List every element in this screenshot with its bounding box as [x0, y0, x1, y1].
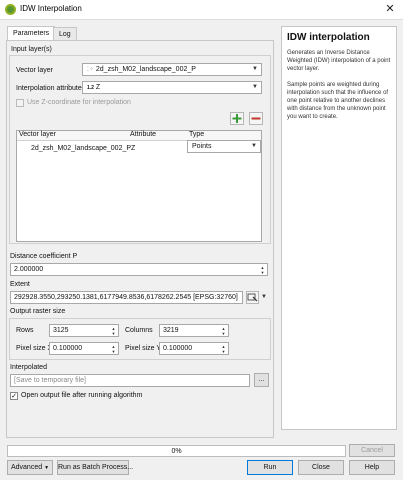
panel-scrollbar[interactable]	[274, 40, 279, 438]
help-panel: IDW interpolation Generates an Inverse D…	[281, 26, 397, 430]
help-button[interactable]: Help	[349, 460, 395, 475]
table-row-attribute: Z	[131, 145, 136, 152]
interpolation-attribute-label: Interpolation attribute	[16, 85, 82, 92]
numeric-field-icon: 1.2	[87, 85, 94, 91]
open-output-label: Open output file after running algorithm	[21, 392, 143, 399]
pixel-size-x-input[interactable]: 0.100000 ▲ ▼	[49, 342, 119, 355]
output-raster-size-label: Output raster size	[10, 308, 66, 315]
table-row-layer: 2d_zsh_M02_landscape_002_P	[31, 145, 132, 152]
table-header-attribute: Attribute	[130, 131, 157, 138]
qgis-logo-icon	[5, 4, 16, 15]
spinner-arrows-icon[interactable]: ▲ ▼	[110, 326, 117, 336]
table-header-vector-layer: Vector layer	[19, 131, 56, 138]
spinner-arrows-icon[interactable]: ▲ ▼	[220, 326, 227, 336]
input-layers-label: Input layer(s)	[11, 46, 52, 53]
use-z-checkbox[interactable]	[16, 99, 24, 107]
pixel-size-y-input[interactable]: 0.100000 ▲ ▼	[159, 342, 229, 355]
batch-process-button[interactable]: Run as Batch Process...	[57, 460, 133, 475]
open-output-checkbox[interactable]: ✓	[10, 392, 18, 400]
chevron-down-icon: ▼	[252, 84, 258, 90]
distance-coefficient-input[interactable]: 2.000000 ▲ ▼	[10, 263, 268, 276]
pixel-size-y-label: Pixel size Y	[125, 345, 162, 352]
close-icon[interactable]: ✕	[383, 2, 397, 16]
point-layer-icon: ⁚⁘	[87, 67, 94, 73]
map-extent-icon	[247, 293, 258, 302]
chevron-down-icon: ▼	[44, 465, 50, 471]
advanced-button[interactable]: Advanced ▼	[7, 460, 53, 475]
columns-input[interactable]: 3219 ▲ ▼	[159, 324, 229, 337]
vector-layer-combo[interactable]: ⁚⁘ 2d_zsh_M02_landscape_002_P ▼	[82, 63, 262, 76]
remove-layer-button[interactable]	[249, 112, 263, 125]
chevron-down-icon: ▼	[252, 66, 258, 72]
interpolated-label: Interpolated	[10, 364, 47, 371]
table-header-type: Type	[189, 131, 205, 138]
help-paragraph-2: Sample points are weighted during interp…	[287, 82, 389, 120]
rows-input[interactable]: 3125 ▲ ▼	[49, 324, 119, 337]
cancel-button[interactable]: Cancel	[349, 444, 395, 457]
vector-layer-label: Vector layer	[16, 67, 53, 74]
distance-coefficient-label: Distance coefficient P	[10, 253, 78, 260]
window-title: IDW Interpolation	[20, 4, 82, 13]
run-button[interactable]: Run	[247, 460, 293, 475]
spinner-arrows-icon[interactable]: ▲ ▼	[110, 344, 117, 354]
help-title: IDW interpolation	[287, 32, 370, 43]
pixel-size-x-label: Pixel size X	[16, 345, 53, 352]
rows-label: Rows	[16, 327, 34, 334]
tab-log[interactable]: Log	[53, 27, 77, 40]
table-row-type-combo[interactable]: Points ▼	[187, 140, 261, 153]
tab-parameters[interactable]: Parameters	[7, 26, 56, 40]
spinner-arrows-icon[interactable]: ▲ ▼	[220, 344, 227, 354]
output-file-input[interactable]: [Save to temporary file]	[10, 374, 250, 387]
browse-button[interactable]: ...	[254, 373, 269, 387]
extent-input[interactable]: 292928.3550,293250.1381,6177949.8536,617…	[10, 291, 243, 304]
add-icon	[232, 114, 242, 123]
spinner-arrows-icon[interactable]: ▲ ▼	[259, 265, 266, 275]
columns-label: Columns	[125, 327, 153, 334]
extent-tool-button[interactable]	[246, 291, 259, 304]
progress-bar: 0%	[7, 445, 346, 457]
chevron-down-icon: ▼	[251, 143, 257, 149]
use-z-label: Use Z-coordinate for interpolation	[27, 99, 131, 106]
extent-label: Extent	[10, 281, 30, 288]
help-paragraph-1: Generates an Inverse Distance Weighted (…	[287, 50, 391, 72]
extent-dropdown-icon[interactable]: ▼	[260, 291, 268, 304]
remove-icon	[251, 117, 261, 120]
interpolation-attribute-combo[interactable]: 1.2 Z ▼	[82, 81, 262, 94]
add-layer-button[interactable]	[230, 112, 244, 125]
close-button[interactable]: Close	[298, 460, 344, 475]
